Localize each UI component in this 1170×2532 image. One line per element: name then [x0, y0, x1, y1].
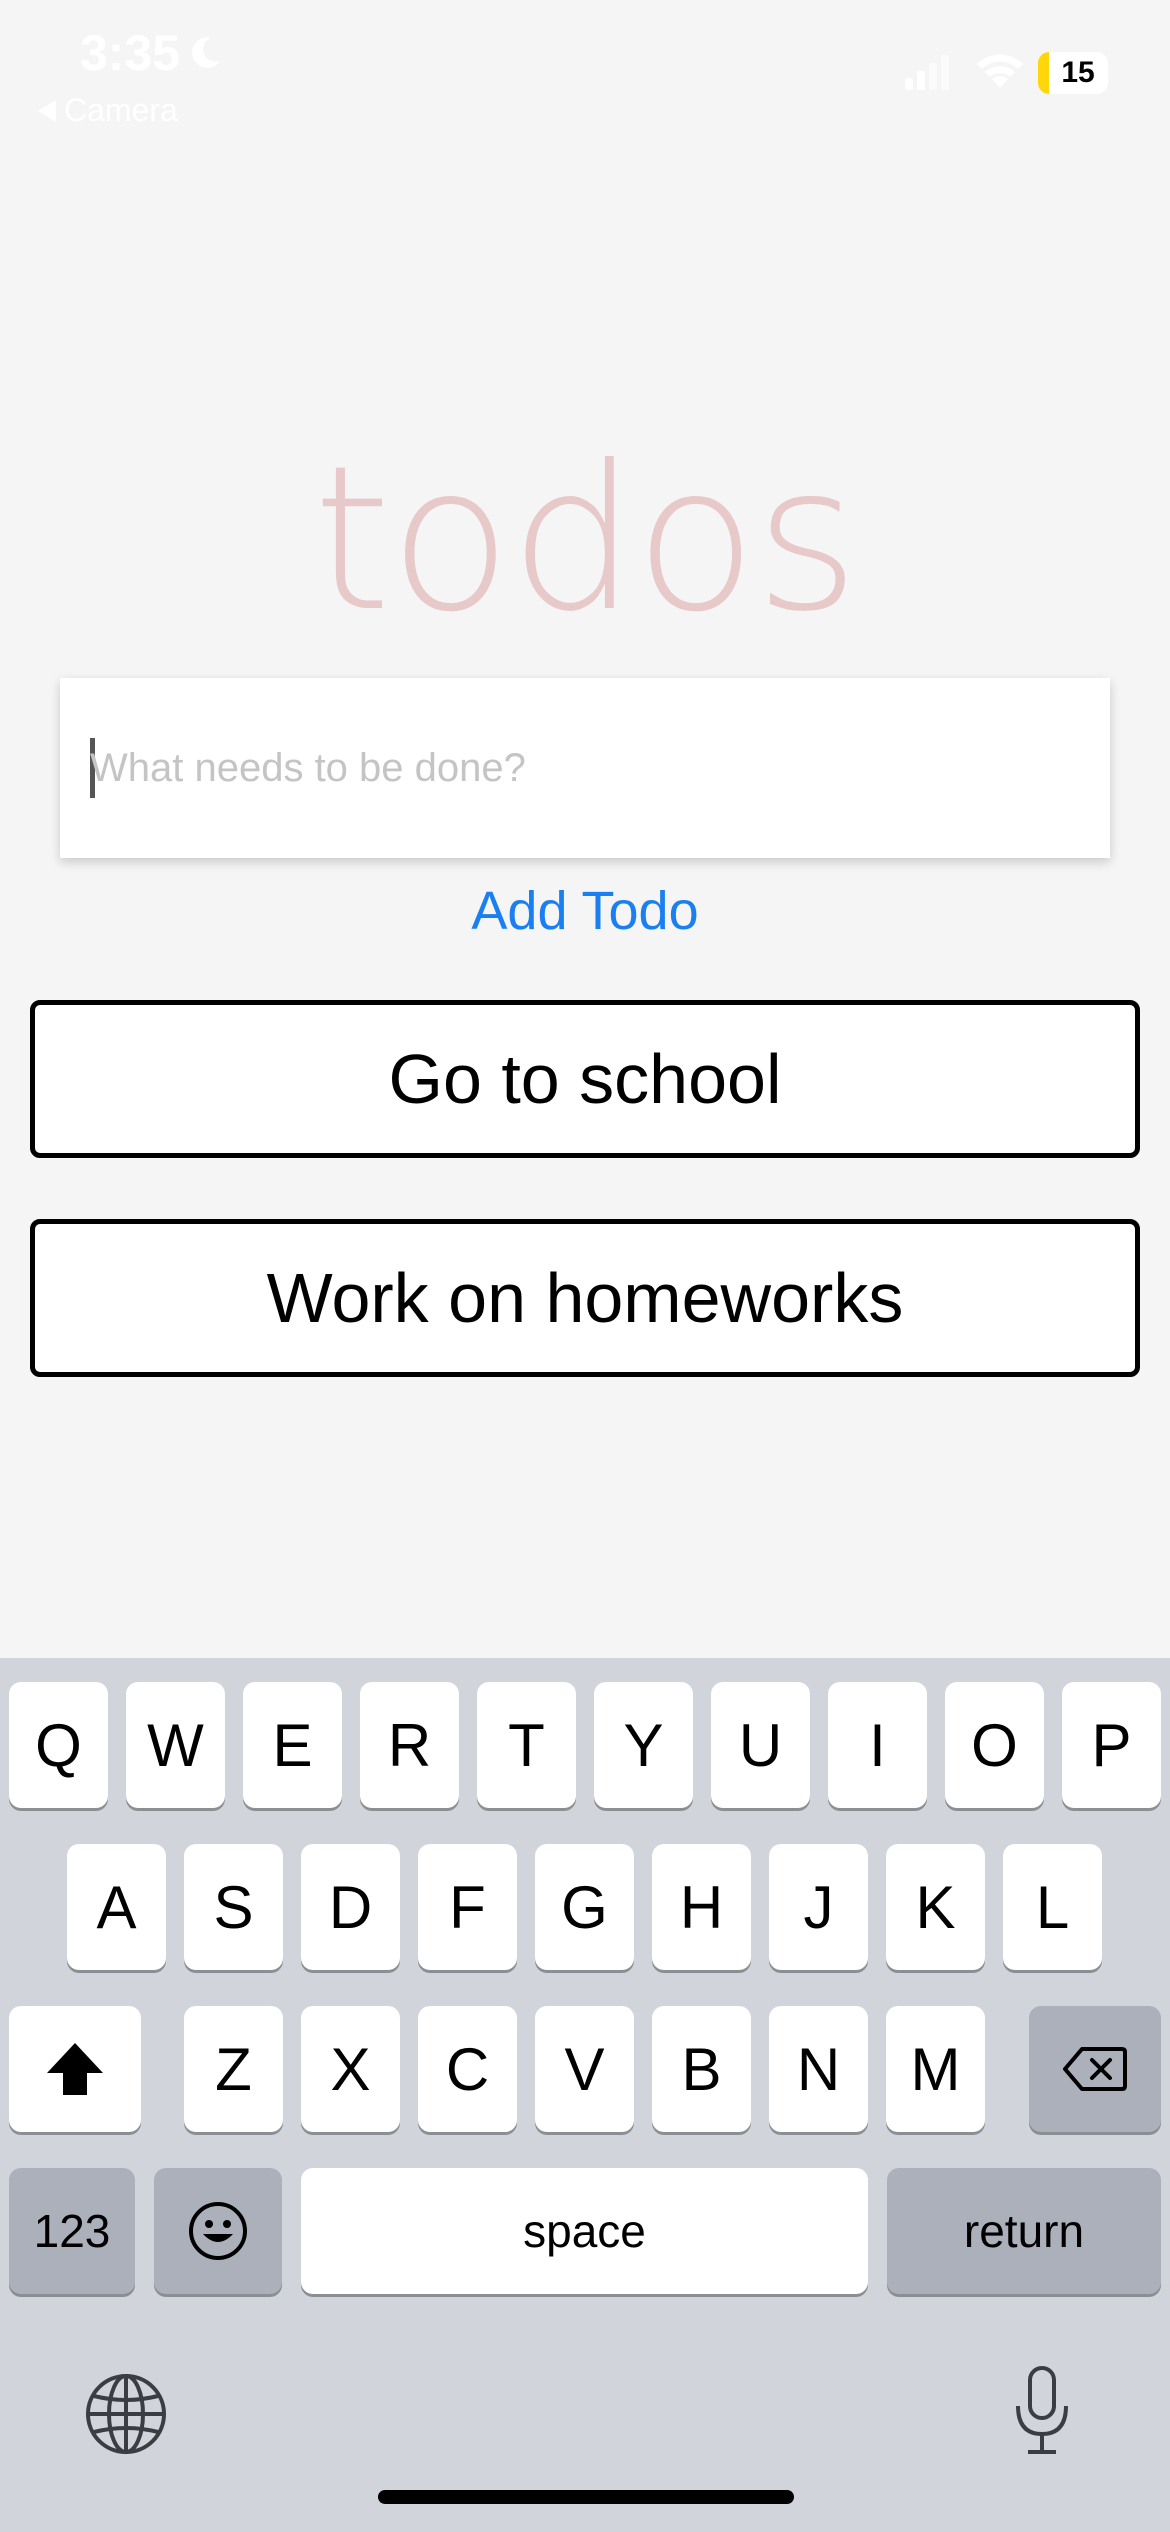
emoji-icon: [189, 2202, 247, 2260]
new-todo-input[interactable]: [90, 678, 1090, 858]
battery-indicator: 15: [1038, 52, 1108, 94]
key-t[interactable]: T: [477, 1682, 576, 1808]
numbers-key[interactable]: 123: [9, 2168, 135, 2294]
todo-item[interactable]: Work on homeworks: [30, 1219, 1140, 1377]
key-label: K: [915, 1873, 956, 1941]
battery-percentage: 15: [1061, 56, 1095, 89]
key-i[interactable]: I: [828, 1682, 927, 1808]
key-b[interactable]: B: [652, 2006, 751, 2132]
status-time: 3:35: [80, 24, 224, 82]
new-todo-field[interactable]: [60, 678, 1110, 858]
key-label: space: [523, 2205, 646, 2257]
back-to-camera-link[interactable]: Camera: [38, 92, 178, 129]
key-w[interactable]: W: [126, 1682, 225, 1808]
key-l[interactable]: L: [1003, 1844, 1102, 1970]
key-label: S: [213, 1873, 254, 1941]
app-title: todos: [0, 440, 1170, 640]
key-label: J: [803, 1873, 834, 1941]
key-label: W: [147, 1711, 204, 1779]
key-label: O: [971, 1711, 1018, 1779]
key-o[interactable]: O: [945, 1682, 1044, 1808]
key-label: Z: [215, 2035, 252, 2103]
key-label: V: [564, 2035, 605, 2103]
key-label: I: [869, 1711, 886, 1779]
key-f[interactable]: F: [418, 1844, 517, 1970]
key-label: 123: [33, 2205, 111, 2257]
globe-icon[interactable]: [84, 2372, 168, 2456]
key-p[interactable]: P: [1062, 1682, 1161, 1808]
add-todo-row: Add Todo: [0, 880, 1170, 942]
status-bar: 3:35 Camera 15: [0, 0, 1170, 150]
key-label: E: [272, 1711, 313, 1779]
key-label: X: [330, 2035, 371, 2103]
wifi-icon: [977, 54, 1023, 88]
key-label: L: [1035, 1873, 1070, 1941]
add-todo-button[interactable]: Add Todo: [471, 881, 698, 941]
key-label: B: [681, 2035, 722, 2103]
key-label: A: [96, 1873, 137, 1941]
key-n[interactable]: N: [769, 2006, 868, 2132]
delete-key[interactable]: [1029, 2006, 1161, 2132]
key-k[interactable]: K: [886, 1844, 985, 1970]
key-label: D: [328, 1873, 373, 1941]
key-label: C: [445, 2035, 490, 2103]
return-key[interactable]: return: [887, 2168, 1161, 2294]
key-label: M: [910, 2035, 961, 2103]
key-m[interactable]: M: [886, 2006, 985, 2132]
battery-level-fill: [1038, 52, 1049, 94]
key-q[interactable]: Q: [9, 1682, 108, 1808]
key-s[interactable]: S: [184, 1844, 283, 1970]
key-e[interactable]: E: [243, 1682, 342, 1808]
key-label: R: [387, 1711, 432, 1779]
key-d[interactable]: D: [301, 1844, 400, 1970]
app-title-text: todos: [312, 423, 859, 656]
key-r[interactable]: R: [360, 1682, 459, 1808]
key-label: H: [679, 1873, 724, 1941]
todo-item-label: Go to school: [388, 1040, 782, 1118]
key-label: Q: [35, 1711, 82, 1779]
moon-icon: [192, 37, 221, 68]
backspace-icon: [1063, 2047, 1127, 2091]
microphone-icon[interactable]: [1006, 2364, 1078, 2458]
key-y[interactable]: Y: [594, 1682, 693, 1808]
key-z[interactable]: Z: [184, 2006, 283, 2132]
key-g[interactable]: G: [535, 1844, 634, 1970]
key-label: F: [449, 1873, 486, 1941]
key-label: P: [1091, 1711, 1132, 1779]
todo-item-label: Work on homeworks: [266, 1259, 904, 1337]
key-j[interactable]: J: [769, 1844, 868, 1970]
key-c[interactable]: C: [418, 2006, 517, 2132]
key-x[interactable]: X: [301, 2006, 400, 2132]
key-label: N: [796, 2035, 841, 2103]
cellular-signal-icon: [905, 55, 949, 90]
key-label: U: [738, 1711, 783, 1779]
shift-arrow-icon: [47, 2043, 103, 2095]
back-arrow-icon: [38, 99, 56, 122]
back-label: Camera: [64, 92, 178, 128]
key-a[interactable]: A: [67, 1844, 166, 1970]
key-v[interactable]: V: [535, 2006, 634, 2132]
key-label: T: [508, 1711, 545, 1779]
emoji-key[interactable]: [154, 2168, 282, 2294]
key-label: return: [963, 2205, 1085, 2257]
key-u[interactable]: U: [711, 1682, 810, 1808]
key-h[interactable]: H: [652, 1844, 751, 1970]
space-key[interactable]: space: [301, 2168, 868, 2294]
home-indicator[interactable]: [378, 2490, 794, 2504]
shift-key[interactable]: [9, 2006, 141, 2132]
key-label: G: [561, 1873, 608, 1941]
key-label: Y: [623, 1711, 664, 1779]
todo-item[interactable]: Go to school: [30, 1000, 1140, 1158]
time-label: 3:35: [80, 25, 181, 81]
